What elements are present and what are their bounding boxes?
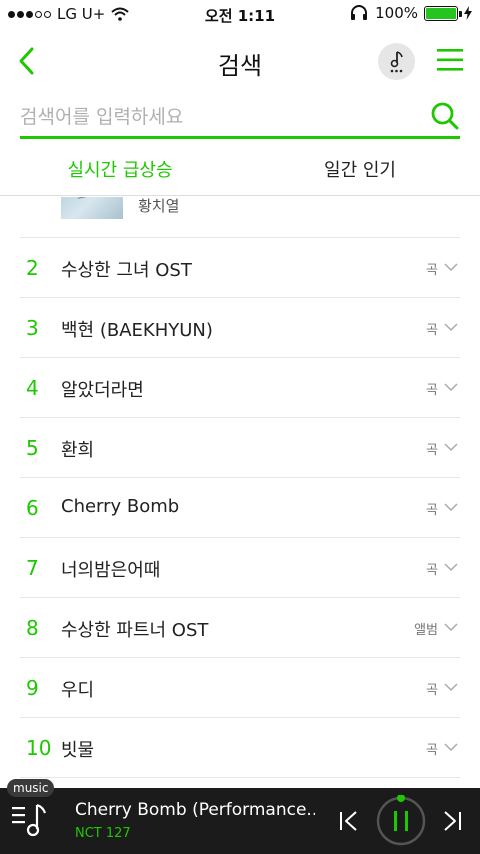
ranking-row[interactable]: 7 너의밤은어때 곡 — [20, 538, 460, 598]
rank-number: 6 — [26, 496, 39, 520]
rank-type-label: 곡 — [426, 743, 438, 758]
battery-icon — [424, 5, 462, 21]
chevron-down-icon[interactable] — [444, 743, 458, 752]
music-recognition-button[interactable] — [378, 43, 415, 80]
rank-number: 3 — [26, 316, 39, 340]
now-playing-title[interactable]: Cherry Bomb (Performance... — [75, 800, 315, 820]
tab-daily-popular[interactable]: 일간 인기 — [240, 156, 480, 182]
rank-keyword: Cherry Bomb — [61, 496, 180, 517]
ranking-row[interactable]: 9 우디 곡 — [20, 658, 460, 718]
header: 검색 — [0, 32, 480, 90]
now-playing-artist: NCT 127 — [75, 826, 131, 841]
ranking-row[interactable]: 4 알았더라면 곡 — [20, 358, 460, 418]
chevron-down-icon[interactable] — [444, 503, 458, 512]
chevron-down-icon[interactable] — [444, 563, 458, 572]
rank-keyword: 알았더라면 — [61, 380, 144, 401]
rank-keyword: 우디 — [61, 680, 95, 701]
chevron-down-icon[interactable] — [444, 683, 458, 692]
ranking-items: 2 수상한 그녀 OST 곡 3 백현 (BAEKHYUN) 곡 4 알았더라면 곡 5 환희 곡 6 C… — [20, 238, 460, 778]
album-thumbnail — [61, 197, 123, 219]
rank-keyword: 백현 (BAEKHYUN) — [61, 320, 213, 341]
ranking-row[interactable]: 3 백현 (BAEKHYUN) 곡 — [20, 298, 460, 358]
ranking-row[interactable]: 8 수상한 파트너 OST 앨범 — [20, 598, 460, 658]
list-item[interactable]: 황치열 — [20, 197, 460, 238]
rank-number: 10 — [26, 736, 52, 760]
chevron-down-icon[interactable] — [444, 443, 458, 452]
rank-type-label: 곡 — [426, 503, 438, 518]
rank-keyword: 수상한 그녀 OST — [61, 260, 192, 281]
ranking-row[interactable]: 2 수상한 그녀 OST 곡 — [20, 238, 460, 298]
ranking-row[interactable]: 5 환희 곡 — [20, 418, 460, 478]
rank-number: 8 — [26, 616, 39, 640]
rank-number: 4 — [26, 376, 39, 400]
chevron-down-icon[interactable] — [444, 383, 458, 392]
search-input[interactable] — [20, 99, 420, 135]
next-track-icon[interactable] — [441, 810, 463, 832]
tab-realtime-trending[interactable]: 실시간 급상승 — [0, 156, 240, 182]
list-item-artist: 황치열 — [138, 197, 180, 215]
rank-number: 2 — [26, 256, 39, 280]
playlist-icon[interactable] — [10, 801, 52, 841]
ranking-row[interactable]: 6 Cherry Bomb 곡 — [20, 478, 460, 538]
chevron-down-icon[interactable] — [444, 623, 458, 632]
ranking-row[interactable]: 10 빗물 곡 — [20, 718, 460, 778]
rank-type-label: 앨범 — [414, 623, 438, 638]
rank-type-label: 곡 — [426, 323, 438, 338]
mini-player: music Cherry Bomb (Performance... NCT 12… — [0, 779, 480, 854]
rank-number: 9 — [26, 676, 39, 700]
rank-number: 7 — [26, 556, 39, 580]
rank-type-label: 곡 — [426, 563, 438, 578]
previous-track-icon[interactable] — [338, 810, 360, 832]
chevron-down-icon[interactable] — [444, 263, 458, 272]
charging-icon — [464, 6, 472, 20]
ranking-list: 황치열 2 수상한 그녀 OST 곡 3 백현 (BAEKHYUN) 곡 4 알았더라면 곡 5 환… — [20, 197, 460, 788]
headphones-icon — [351, 5, 368, 20]
chevron-down-icon[interactable] — [444, 323, 458, 332]
rank-type-label: 곡 — [426, 383, 438, 398]
rank-keyword: 수상한 파트너 OST — [61, 620, 209, 641]
music-badge: music — [7, 779, 55, 797]
rank-keyword: 너의밤은어때 — [61, 560, 161, 581]
search-icon[interactable] — [430, 101, 460, 131]
search-bar — [20, 97, 460, 139]
rank-keyword: 빗물 — [61, 740, 95, 761]
pause-button[interactable] — [375, 795, 427, 847]
rank-type-label: 곡 — [426, 263, 438, 278]
hamburger-menu-icon[interactable] — [436, 47, 464, 73]
rank-number: 5 — [26, 436, 39, 460]
rank-type-label: 곡 — [426, 683, 438, 698]
music-note-icon — [390, 51, 403, 73]
rank-type-label: 곡 — [426, 443, 438, 458]
status-right: 100% — [349, 4, 472, 22]
battery-percent: 100% — [375, 4, 418, 22]
rank-keyword: 환희 — [61, 440, 95, 461]
status-bar: LG U+ 오전 1:11 100% — [0, 0, 480, 28]
tab-bar: 실시간 급상승 일간 인기 — [0, 144, 480, 196]
